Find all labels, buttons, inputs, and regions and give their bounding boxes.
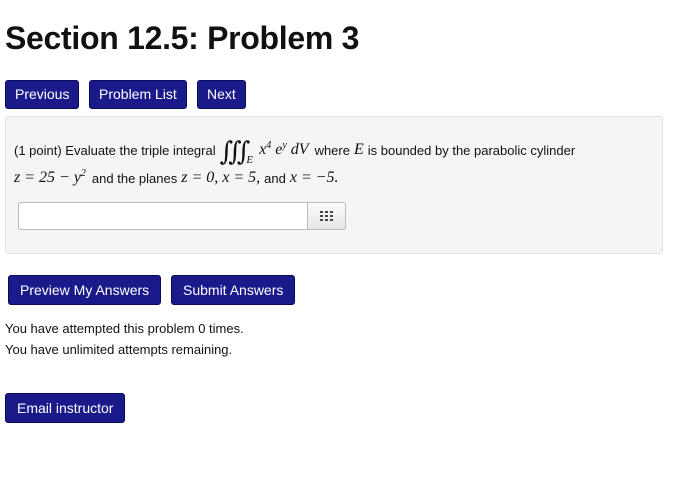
preview-answers-button[interactable]: Preview My Answers bbox=[8, 275, 162, 305]
answer-input[interactable] bbox=[18, 202, 308, 230]
next-button[interactable]: Next bbox=[197, 80, 246, 109]
equation-palette-button[interactable] bbox=[308, 202, 346, 230]
remaining-status: You have unlimited attempts remaining. bbox=[5, 342, 233, 357]
problem-list-button[interactable]: Problem List bbox=[89, 80, 187, 109]
and-text: and bbox=[264, 170, 286, 186]
integrand: x4 ey dV bbox=[259, 140, 309, 159]
planes-text: and the planes bbox=[91, 170, 178, 186]
attempts-status: You have attempted this problem 0 times. bbox=[5, 321, 244, 336]
region-symbol: E bbox=[353, 141, 364, 158]
email-instructor-button[interactable]: Email instructor bbox=[5, 393, 126, 423]
bounded-text: is bounded by the parabolic cylinder bbox=[367, 142, 576, 158]
previous-button[interactable]: Previous bbox=[5, 80, 80, 109]
planes-equations: z = 0, x = 5, bbox=[181, 169, 261, 186]
grid-icon bbox=[319, 211, 333, 221]
where-text: where bbox=[314, 142, 350, 158]
problem-statement-line-2: z = 25 − y2 and the planes z = 0, x = 5,… bbox=[14, 169, 339, 187]
cylinder-equation: z = 25 − y2 bbox=[14, 168, 86, 187]
page-title: Section 12.5: Problem 3 bbox=[5, 20, 360, 56]
integral-region: E bbox=[246, 154, 254, 166]
problem-statement-line-1: (1 point) Evaluate the triple integral ∭… bbox=[14, 137, 576, 166]
last-plane-equation: x = −5. bbox=[289, 169, 339, 186]
problem-prefix: (1 point) Evaluate the triple integral bbox=[14, 142, 216, 158]
submit-answers-button[interactable]: Submit Answers bbox=[171, 275, 296, 305]
problem-box: (1 point) Evaluate the triple integral ∭… bbox=[5, 116, 663, 254]
